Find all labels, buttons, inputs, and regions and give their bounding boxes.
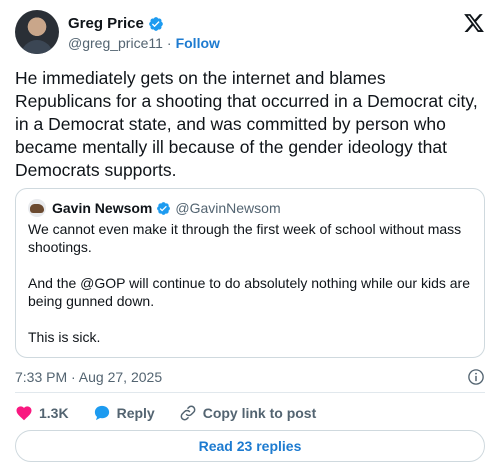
quoted-author-avatar [28, 199, 46, 217]
embedded-post-card: Greg Price @greg_price11 · Follow He imm… [0, 0, 500, 475]
author-handle-row: @greg_price11 · Follow [68, 34, 220, 52]
verified-badge-icon [157, 201, 171, 215]
post-text: He immediately gets on the internet and … [15, 68, 478, 180]
quoted-post[interactable]: Gavin Newsom @GavinNewsom We cannot even… [15, 188, 485, 358]
author-name[interactable]: Greg Price [68, 15, 144, 32]
read-replies-button[interactable]: Read 23 replies [15, 430, 485, 462]
author-avatar[interactable] [15, 10, 59, 54]
author-handle[interactable]: @greg_price11 [68, 35, 163, 51]
handle-separator: · [166, 35, 172, 51]
quoted-author-name: Gavin Newsom [52, 200, 153, 216]
verified-badge-icon [149, 16, 163, 31]
quoted-paragraph: We cannot even make it through the first… [28, 221, 462, 255]
x-logo-icon[interactable] [463, 12, 485, 34]
quoted-post-header: Gavin Newsom @GavinNewsom [28, 199, 281, 217]
author-info: Greg Price @greg_price11 · Follow [68, 14, 220, 52]
post-header: Greg Price @greg_price11 · Follow [13, 8, 487, 58]
action-bar: 1.3K Reply Copy link to post [15, 402, 340, 424]
avatar-shirt [21, 40, 53, 54]
like-button[interactable]: 1.3K [15, 404, 69, 422]
quoted-paragraph: And the @GOP will continue to do absolut… [28, 275, 470, 309]
post-timestamp[interactable]: 7:33 PM · Aug 27, 2025 [15, 369, 162, 385]
quoted-author-handle: @GavinNewsom [175, 200, 281, 216]
author-name-row: Greg Price [68, 14, 220, 33]
quoted-post-body: We cannot even make it through the first… [28, 220, 474, 346]
like-count: 1.3K [39, 405, 69, 421]
reply-button[interactable]: Reply [93, 404, 155, 422]
heart-icon [16, 406, 32, 421]
divider [15, 392, 485, 393]
copy-link-button[interactable]: Copy link to post [179, 404, 317, 422]
copy-link-label: Copy link to post [202, 405, 317, 421]
link-icon [180, 405, 196, 421]
quoted-paragraph: This is sick. [28, 329, 101, 345]
info-icon[interactable] [467, 368, 485, 386]
reply-label: Reply [116, 405, 155, 421]
follow-button[interactable]: Follow [176, 35, 220, 51]
bear-seal-icon [30, 204, 44, 213]
post-meta: 7:33 PM · Aug 27, 2025 [15, 368, 485, 386]
speech-bubble-icon [94, 405, 109, 421]
